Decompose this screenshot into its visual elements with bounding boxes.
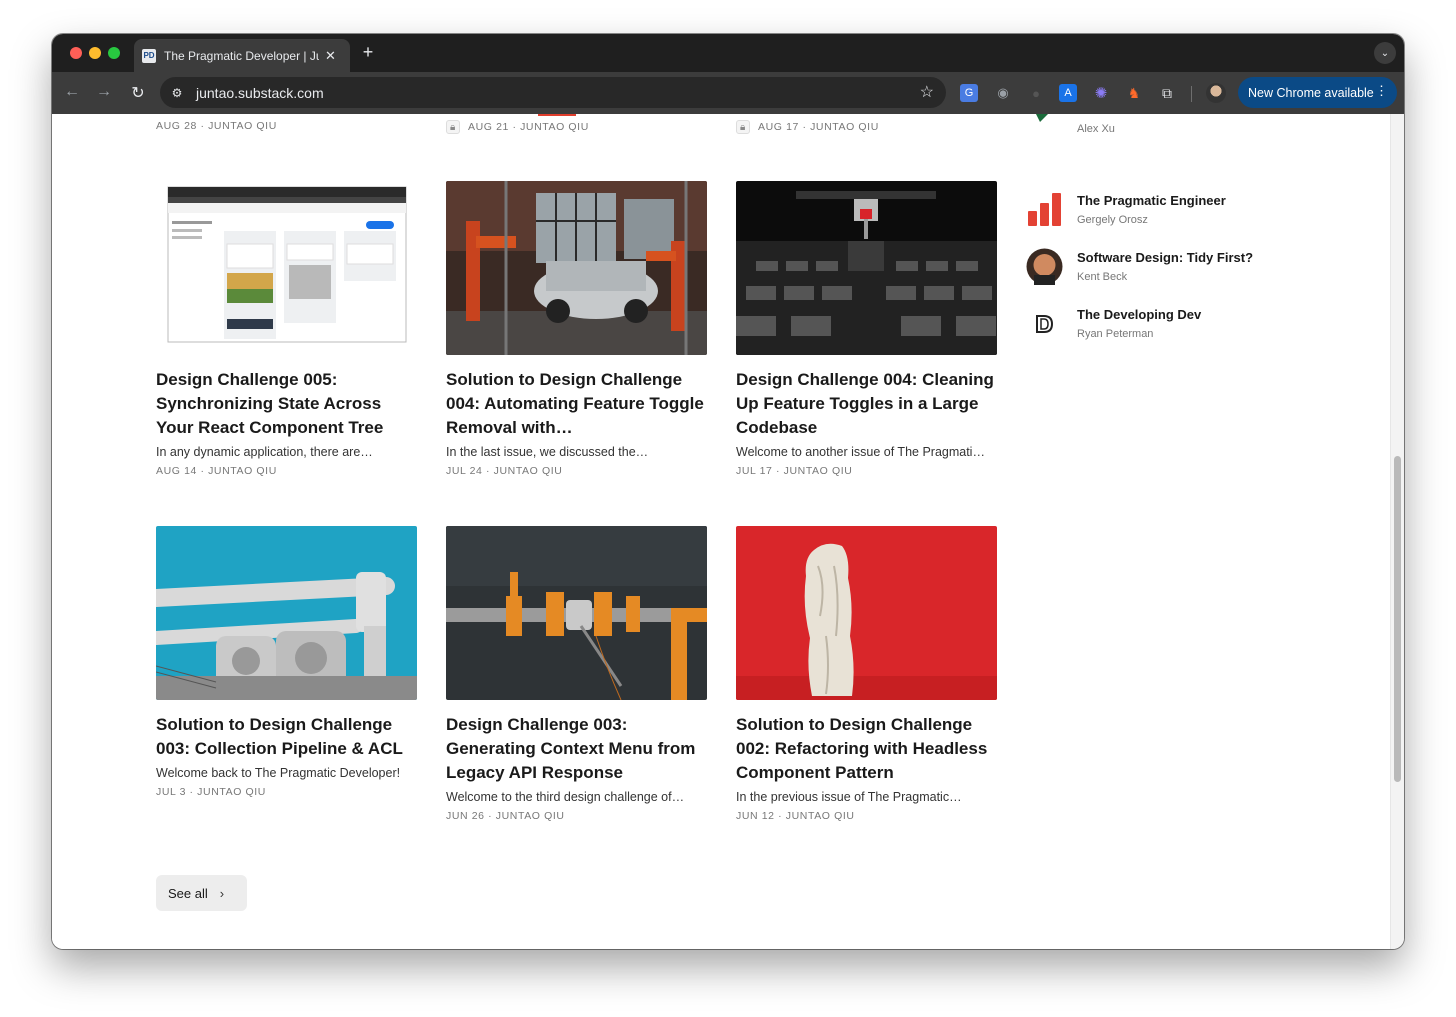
close-tab-icon[interactable]: ✕ (325, 48, 336, 64)
browser-toolbar: ← → ↻ ⚙ juntao.substack.com ☆ G ◉ ● A ✺ … (52, 72, 1404, 114)
red-accent-line (538, 114, 576, 116)
post-meta-text: AUG 21 · JUNTAO QIU (468, 121, 589, 133)
snowflake-extension-icon[interactable]: ✺ (1092, 84, 1110, 102)
post-thumbnail[interactable] (736, 181, 997, 355)
post-subtitle: In the last issue, we discussed the… (446, 445, 649, 459)
recommendation-name[interactable]: Software Design: Tidy First? (1077, 250, 1253, 265)
post-meta: JUL 3 · JUNTAO QIU (156, 786, 266, 798)
profile-avatar[interactable] (1206, 83, 1226, 103)
post-card[interactable]: Design Challenge 005: Synchronizing Stat… (156, 181, 417, 477)
post-meta-top-1: AUG 28 · JUNTAO QIU (156, 120, 277, 132)
post-meta: JUL 17 · JUNTAO QIU (736, 465, 853, 477)
recommendation-author: Kent Beck (1077, 271, 1128, 283)
minimize-window-button[interactable] (89, 47, 101, 59)
page-content: AUG 28 · JUNTAO QIU 🔒︎ AUG 21 · JUNTAO Q… (52, 114, 1390, 949)
toolbar-divider (1191, 86, 1192, 102)
post-thumbnail[interactable] (156, 526, 417, 700)
recommendation-item[interactable]: The Pragmatic Engineer Gergely Orosz (1026, 191, 1346, 231)
forward-arrow-icon[interactable]: → (94, 83, 114, 101)
post-subtitle: Welcome back to The Pragmatic Developer! (156, 766, 401, 780)
lock-icon: 🔒︎ (736, 120, 750, 134)
post-meta-text: AUG 28 · JUNTAO QIU (156, 120, 277, 132)
browser-window: PD The Pragmatic Developer | Ju ✕ + ⌄ ← … (52, 34, 1404, 949)
post-thumbnail[interactable] (736, 526, 997, 700)
post-card[interactable]: Design Challenge 003: Generating Context… (446, 526, 707, 822)
chrome-update-button[interactable]: New Chrome available ⋮ (1238, 77, 1397, 108)
bookmark-star-icon[interactable]: ☆ (920, 82, 934, 102)
tab-search-chevron-icon[interactable]: ⌄ (1374, 42, 1396, 64)
a-extension-icon[interactable]: A (1059, 84, 1077, 102)
post-title[interactable]: Design Challenge 003: Generating Context… (446, 713, 707, 785)
recommendation-name[interactable]: The Pragmatic Engineer (1077, 193, 1226, 208)
post-card[interactable]: Solution to Design Challenge 004: Automa… (446, 181, 707, 477)
see-all-label: See all (168, 885, 208, 901)
recommendation-author: Gergely Orosz (1077, 214, 1148, 226)
tab-strip: PD The Pragmatic Developer | Ju ✕ + ⌄ (52, 34, 1404, 72)
post-title[interactable]: Solution to Design Challenge 002: Refact… (736, 713, 997, 785)
recommendation-item[interactable]: Software Design: Tidy First? Kent Beck (1026, 248, 1346, 288)
translate-extension-icon[interactable]: G (960, 84, 978, 102)
site-info-icon[interactable]: ⚙ (166, 82, 188, 104)
tab-title: The Pragmatic Developer | Ju (164, 48, 319, 63)
post-subtitle: In any dynamic application, there are… (156, 445, 373, 459)
camera-extension-icon[interactable]: ◉ (994, 84, 1012, 102)
favicon-icon: PD (142, 48, 156, 63)
developing-dev-logo-icon (1026, 305, 1063, 342)
see-all-button[interactable]: See all › (156, 875, 247, 911)
bar-chart-logo-icon (1026, 191, 1063, 228)
reload-icon[interactable]: ↻ (128, 83, 148, 103)
post-meta-top-2: 🔒︎ AUG 21 · JUNTAO QIU (446, 120, 589, 134)
post-thumbnail[interactable] (156, 181, 417, 355)
post-meta: JUN 12 · JUNTAO QIU (736, 810, 855, 822)
post-subtitle: In the previous issue of The Pragmatic… (736, 790, 962, 804)
chevron-right-icon: › (219, 885, 225, 901)
post-title[interactable]: Solution to Design Challenge 003: Collec… (156, 713, 417, 761)
kent-beck-avatar-icon (1026, 248, 1063, 285)
url-text[interactable]: juntao.substack.com (196, 85, 324, 101)
post-title[interactable]: Design Challenge 005: Synchronizing Stat… (156, 368, 417, 440)
update-label: New Chrome available (1248, 85, 1374, 100)
page-scrollbar[interactable] (1390, 114, 1404, 949)
post-card[interactable]: Solution to Design Challenge 003: Collec… (156, 526, 417, 798)
recommendation-author: Ryan Peterman (1077, 328, 1154, 340)
post-meta-top-3: 🔒︎ AUG 17 · JUNTAO QIU (736, 120, 879, 134)
extensions-puzzle-icon[interactable]: ⧉ (1158, 84, 1176, 102)
post-meta-text: AUG 17 · JUNTAO QIU (758, 121, 879, 133)
lock-icon: 🔒︎ (446, 120, 460, 134)
post-meta: JUN 26 · JUNTAO QIU (446, 810, 565, 822)
post-meta: AUG 14 · JUNTAO QIU (156, 465, 277, 477)
recommendation-author: Alex Xu (1077, 123, 1115, 135)
recommendation-item[interactable]: Alex Xu (1026, 114, 1346, 140)
post-subtitle: Welcome to the third design challenge of… (446, 790, 685, 804)
recommendation-item[interactable]: The Developing Dev Ryan Peterman (1026, 305, 1346, 345)
post-title[interactable]: Design Challenge 004: Cleaning Up Featur… (736, 368, 997, 440)
more-menu-icon[interactable]: ⋮ (1375, 83, 1388, 99)
close-window-button[interactable] (70, 47, 82, 59)
post-subtitle: Welcome to another issue of The Pragmati… (736, 445, 985, 459)
post-card[interactable]: Solution to Design Challenge 002: Refact… (736, 526, 997, 822)
back-arrow-icon[interactable]: ← (62, 83, 82, 101)
post-thumbnail[interactable] (446, 181, 707, 355)
post-thumbnail[interactable] (446, 526, 707, 700)
post-meta: JUL 24 · JUNTAO QIU (446, 465, 563, 477)
maximize-window-button[interactable] (108, 47, 120, 59)
post-card[interactable]: Design Challenge 004: Cleaning Up Featur… (736, 181, 997, 477)
recommendation-name[interactable]: The Developing Dev (1077, 307, 1201, 322)
bytebytego-logo-icon (1026, 114, 1063, 137)
new-tab-icon[interactable]: + (358, 42, 378, 63)
post-title[interactable]: Solution to Design Challenge 004: Automa… (446, 368, 707, 440)
scrollbar-thumb[interactable] (1394, 456, 1401, 782)
record-extension-icon[interactable]: ● (1027, 84, 1045, 102)
address-bar[interactable]: ⚙ juntao.substack.com ☆ (160, 77, 946, 108)
active-tab[interactable]: PD The Pragmatic Developer | Ju ✕ (134, 39, 350, 72)
fox-extension-icon[interactable]: ♞ (1125, 84, 1143, 102)
